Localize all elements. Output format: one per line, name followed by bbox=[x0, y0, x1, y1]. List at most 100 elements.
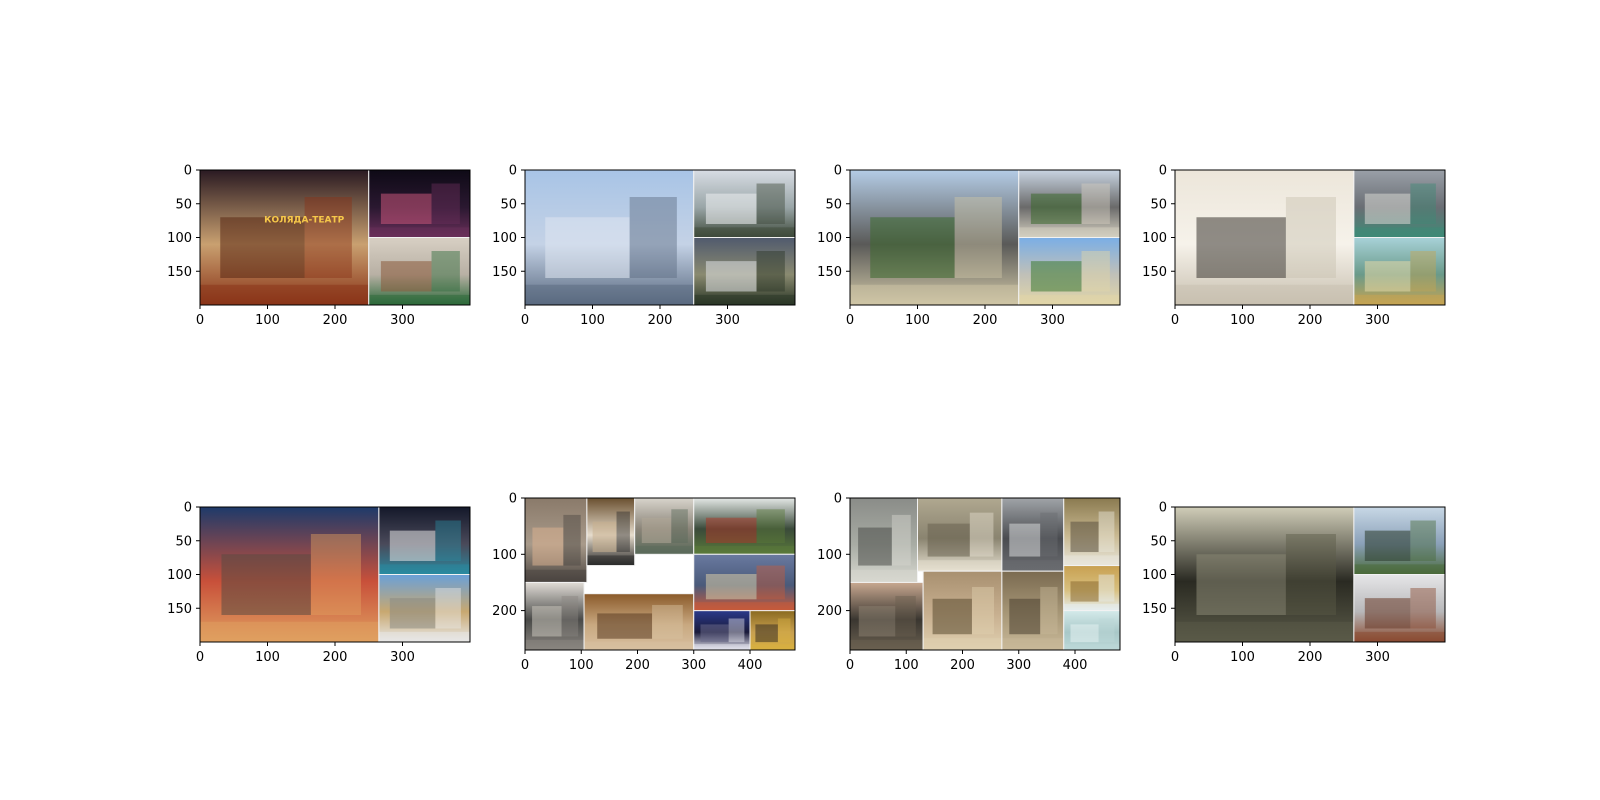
photo-golden-ammonite bbox=[1063, 565, 1120, 612]
x-tick-label: 0 bbox=[846, 658, 854, 673]
theatre-sign-text: КОЛЯДА-ТЕАТР bbox=[264, 216, 345, 226]
x-tick-label: 300 bbox=[1365, 650, 1390, 665]
photo-building-trees bbox=[1353, 507, 1445, 575]
x-tick-label: 300 bbox=[681, 658, 706, 673]
photo-iridescent-stone bbox=[693, 498, 795, 555]
y-tick-label: 50 bbox=[825, 197, 842, 212]
y-tick-label: 150 bbox=[817, 265, 842, 280]
y-tick-label: 0 bbox=[509, 164, 517, 179]
subplot-constructivist-building: 0 100 200 300 0 50 100 150 bbox=[1142, 501, 1446, 665]
x-tick-label: 100 bbox=[569, 658, 594, 673]
photo-ammonite-cluster bbox=[1001, 570, 1065, 650]
y-tick-label: 100 bbox=[1142, 568, 1167, 583]
photo-display-case-labels bbox=[850, 498, 918, 583]
subplot-stadium: 0 100 200 300 0 50 100 150 bbox=[167, 501, 471, 665]
x-tick-label: 300 bbox=[390, 313, 415, 328]
x-tick-label: 200 bbox=[625, 658, 650, 673]
x-tick-label: 200 bbox=[950, 658, 975, 673]
y-tick-label: 150 bbox=[167, 265, 192, 280]
photo-stadium-day-aerial bbox=[378, 574, 470, 642]
x-tick-label: 100 bbox=[255, 650, 280, 665]
photo-stadium-night-aerial bbox=[378, 507, 470, 575]
photo-rotunda-pond-winter bbox=[693, 170, 795, 238]
collage-image: КОЛЯДА-ТЕАТР bbox=[200, 170, 470, 305]
photo-mineral-shelf bbox=[586, 498, 636, 567]
x-tick-label: 0 bbox=[196, 313, 204, 328]
y-tick-label: 200 bbox=[817, 604, 842, 619]
x-tick-label: 100 bbox=[580, 313, 605, 328]
x-tick-label: 0 bbox=[521, 658, 529, 673]
y-tick-label: 100 bbox=[167, 231, 192, 246]
y-tick-label: 100 bbox=[817, 231, 842, 246]
collage-image bbox=[200, 507, 470, 642]
y-tick-label: 0 bbox=[184, 501, 192, 516]
y-tick-label: 100 bbox=[492, 231, 517, 246]
y-tick-label: 50 bbox=[1150, 197, 1167, 212]
x-tick-label: 300 bbox=[1040, 313, 1065, 328]
subplot-fossil-exhibits: 0 100 200 300 400 0 100 200 bbox=[817, 492, 1121, 673]
x-tick-label: 0 bbox=[846, 313, 854, 328]
photo-cathedral-archive-photo bbox=[1175, 170, 1355, 305]
y-tick-label: 0 bbox=[509, 492, 517, 507]
photo-crystal-in-hand bbox=[525, 498, 588, 583]
collage-image bbox=[850, 498, 1120, 650]
photo-stadium-city-dusk bbox=[200, 507, 380, 642]
image-grid-figure: КОЛЯДА-ТЕАТР 0 100 200 300 0 50 100 150 0 100 200 30… bbox=[167, 164, 1446, 673]
x-tick-label: 200 bbox=[323, 313, 348, 328]
x-tick-label: 200 bbox=[1298, 650, 1323, 665]
subplot-classical-building: 0 100 200 300 0 50 100 150 bbox=[817, 164, 1121, 328]
y-tick-label: 0 bbox=[1159, 501, 1167, 516]
y-tick-label: 0 bbox=[834, 492, 842, 507]
x-tick-label: 400 bbox=[1063, 658, 1088, 673]
photo-cathedral-postcard bbox=[1353, 237, 1445, 305]
collage-image bbox=[1175, 170, 1445, 305]
y-tick-label: 150 bbox=[492, 265, 517, 280]
photo-amber-specimen bbox=[583, 593, 695, 650]
y-tick-label: 100 bbox=[167, 568, 192, 583]
y-tick-label: 150 bbox=[1142, 602, 1167, 617]
x-tick-label: 100 bbox=[905, 313, 930, 328]
collage-image bbox=[525, 170, 795, 305]
photo-brick-facade bbox=[1353, 574, 1445, 642]
collage-image bbox=[850, 170, 1120, 305]
y-tick-label: 100 bbox=[1142, 231, 1167, 246]
y-tick-label: 0 bbox=[1159, 164, 1167, 179]
photo-banded-rock bbox=[693, 553, 795, 612]
photo-building-street-view bbox=[1018, 170, 1120, 238]
x-tick-label: 300 bbox=[1006, 658, 1031, 673]
collage-image bbox=[1175, 507, 1445, 642]
x-tick-label: 100 bbox=[255, 313, 280, 328]
photo-ammonite-grey bbox=[1001, 498, 1065, 572]
y-tick-label: 100 bbox=[817, 548, 842, 563]
subplot-cathedral: 0 100 200 300 0 50 100 150 bbox=[1142, 164, 1446, 328]
photo-glass-sample bbox=[634, 498, 695, 555]
photo-stage-performance bbox=[368, 170, 470, 238]
photo-building-summer bbox=[1018, 237, 1120, 305]
photo-theatre-facade-night bbox=[200, 170, 370, 305]
x-tick-label: 100 bbox=[1230, 313, 1255, 328]
subplot-rotunda-winter-park: 0 100 200 300 0 50 100 150 bbox=[492, 164, 796, 328]
y-tick-label: 50 bbox=[1150, 534, 1167, 549]
photo-large-ammonite bbox=[922, 570, 1003, 650]
photo-blue-specimen bbox=[693, 610, 751, 650]
photo-building-archive-photo bbox=[1175, 507, 1355, 642]
photo-fossil-plate-label bbox=[1063, 498, 1120, 567]
x-tick-label: 300 bbox=[715, 313, 740, 328]
x-tick-label: 400 bbox=[738, 658, 763, 673]
y-tick-label: 200 bbox=[492, 604, 517, 619]
photo-fossil-in-hand bbox=[850, 581, 924, 650]
photo-gold-nugget bbox=[749, 610, 795, 650]
y-tick-label: 50 bbox=[175, 534, 192, 549]
y-tick-label: 150 bbox=[1142, 265, 1167, 280]
x-tick-label: 0 bbox=[1171, 650, 1179, 665]
photo-framed-fossils bbox=[917, 498, 1003, 572]
y-tick-label: 50 bbox=[500, 197, 517, 212]
y-tick-label: 0 bbox=[184, 164, 192, 179]
x-tick-label: 200 bbox=[973, 313, 998, 328]
collage-image bbox=[525, 498, 795, 650]
x-tick-label: 300 bbox=[390, 650, 415, 665]
photo-theatre-interior bbox=[368, 237, 470, 305]
photo-rotunda-evening bbox=[693, 237, 795, 305]
x-tick-label: 0 bbox=[196, 650, 204, 665]
x-tick-label: 100 bbox=[894, 658, 919, 673]
